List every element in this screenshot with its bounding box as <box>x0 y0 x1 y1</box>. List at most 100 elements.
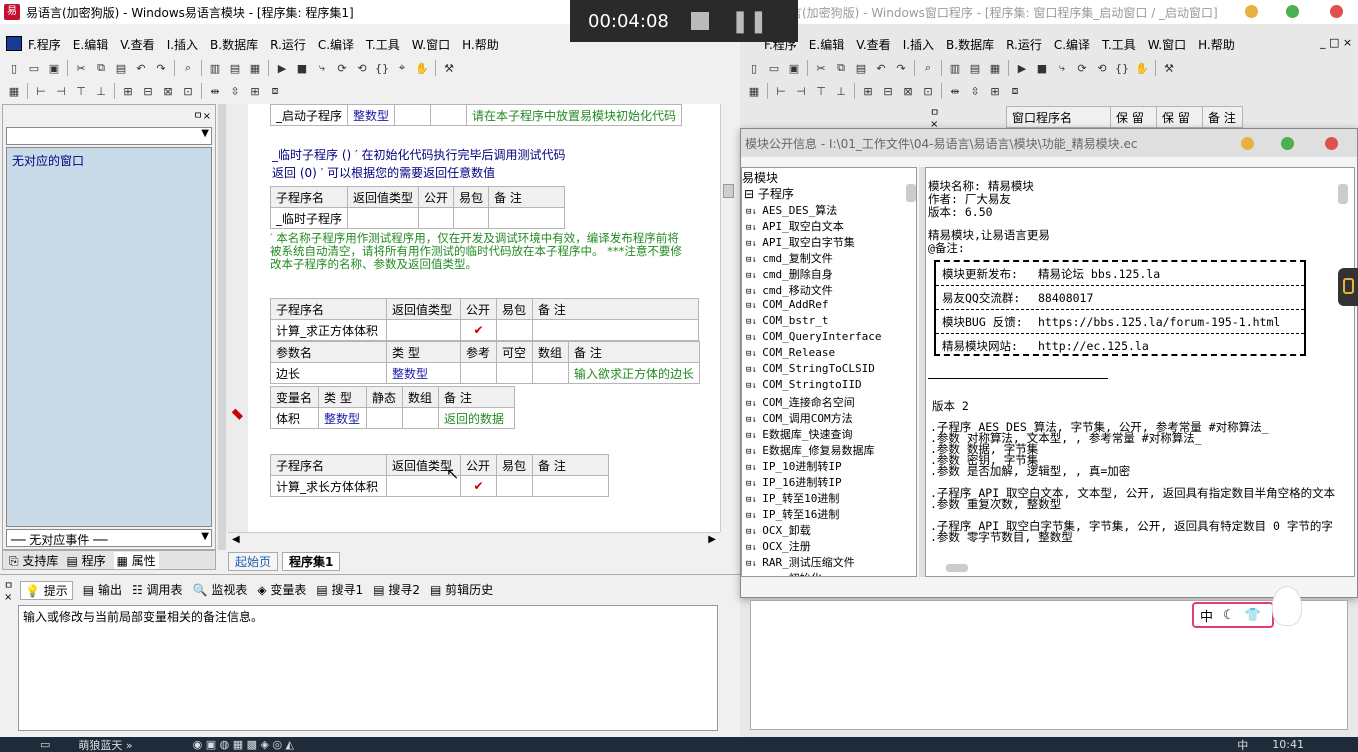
r-step-4-icon[interactable]: {} <box>1112 58 1132 78</box>
tray-ime[interactable]: 中 <box>1237 737 1248 752</box>
r-cut-icon[interactable]: ✂ <box>811 58 831 78</box>
bottom-panel-pin-icon[interactable]: ㅁ × <box>4 577 13 603</box>
tree-item[interactable]: ⊟⇂ API_取空白文本 <box>746 218 896 234</box>
start-sub-type[interactable]: 整数型 <box>347 104 396 126</box>
tree-item[interactable]: ⊟⇂ OCX_注册 <box>746 538 896 554</box>
r-menu-database[interactable]: B.数据库 <box>946 36 994 53</box>
arrow-right-icon[interactable]: ▶ <box>708 534 716 545</box>
r-stop-icon[interactable]: ■ <box>1032 58 1052 78</box>
chevron-down-icon[interactable]: ▼ <box>201 531 209 542</box>
return-line[interactable]: 返回 (0) ′ 可以根据您的需要返回任意数值 <box>272 164 495 181</box>
r-redo-icon[interactable]: ↷ <box>891 58 911 78</box>
align-bottom-icon[interactable]: ⊥ <box>91 81 111 101</box>
tree-item[interactable]: ⊟⇂ API_取空白字节集 <box>746 234 896 250</box>
param-name[interactable]: 边长 <box>270 362 387 384</box>
tree-scroll-thumb[interactable] <box>906 184 916 202</box>
editor-vscroll[interactable] <box>720 104 736 532</box>
window-select[interactable]: ▼ <box>6 127 212 145</box>
hand-icon[interactable]: ✋ <box>412 58 432 78</box>
step-4-icon[interactable]: {} <box>372 58 392 78</box>
taskbar-app-icons[interactable]: ◉ ▣ ◍ ▦ ▩ ◈ ◎ ◭ <box>193 738 294 751</box>
stop-record-icon[interactable] <box>690 12 709 30</box>
r-save-icon[interactable]: ▣ <box>784 58 804 78</box>
tab-hint[interactable]: 💡 提示 <box>20 581 73 600</box>
r-space-h-icon[interactable]: ⇹ <box>945 81 965 101</box>
r-order-icon[interactable]: ⧈ <box>1005 81 1025 101</box>
r-space-v-icon[interactable]: ⇳ <box>965 81 985 101</box>
module-tree[interactable]: 易模块 ⊟ 子程序 ⊟⇂ AES_DES_算法 ⊟⇂ API_取空白文本 ⊟⇂ AP… <box>741 167 917 577</box>
r-open-icon[interactable]: ▭ <box>764 58 784 78</box>
temp-sub-name[interactable]: _临时子程序 <box>269 207 349 229</box>
var-name[interactable]: 体积 <box>270 407 319 429</box>
r-step-1-icon[interactable]: ⤷ <box>1052 58 1072 78</box>
param-type[interactable]: 整数型 <box>386 362 461 384</box>
grid-icon[interactable]: ▦ <box>4 81 24 101</box>
tree-root[interactable]: 易模块 <box>742 169 778 186</box>
ime-lang[interactable]: 中 <box>1200 606 1213 625</box>
r-hand-icon[interactable]: ✋ <box>1132 58 1152 78</box>
tree-subprograms[interactable]: ⊟ 子程序 <box>744 185 794 202</box>
tree-item[interactable]: ⊟⇂ cmd_复制文件 <box>746 250 896 266</box>
align-top-icon[interactable]: ⊤ <box>71 81 91 101</box>
r-align-bottom-icon[interactable]: ⊥ <box>831 81 851 101</box>
tree-item[interactable]: ⊟⇂ E数据库_修复易数据库 <box>746 442 896 458</box>
tree-item[interactable]: ⊟⇂ COM_Release <box>746 346 896 362</box>
tree-item[interactable]: ⊟⇂ IP_转至10进制 <box>746 490 896 506</box>
same-height-icon[interactable]: ⊡ <box>178 81 198 101</box>
r-menu-help[interactable]: H.帮助 <box>1198 36 1235 53</box>
r-layout-3-icon[interactable]: ▦ <box>985 58 1005 78</box>
order-icon[interactable]: ⧈ <box>265 81 285 101</box>
layout-1-icon[interactable]: ▥ <box>205 58 225 78</box>
align-right-icon[interactable]: ⊣ <box>51 81 71 101</box>
temp-sub-line[interactable]: _临时子程序 () ′ 在初始化代码执行完毕后调用测试代码 <box>272 146 566 163</box>
r-step-2-icon[interactable]: ⟳ <box>1072 58 1092 78</box>
dialog-maximize-button[interactable] <box>1281 137 1294 150</box>
tab-program[interactable]: ▤ 程序 <box>66 552 105 569</box>
tools-icon[interactable]: ⚒ <box>439 58 459 78</box>
event-select[interactable]: ── 无对应事件 ── ▼ <box>6 529 212 547</box>
tab-output[interactable]: ▤ 输出 <box>83 581 122 600</box>
redo-icon[interactable]: ↷ <box>151 58 171 78</box>
menu-view[interactable]: V.查看 <box>120 36 154 53</box>
tree-item[interactable]: ⊟⇂ cmd_移动文件 <box>746 282 896 298</box>
tab-support-lib[interactable]: ⎘ 支持库 <box>9 552 58 569</box>
space-v-icon[interactable]: ⇳ <box>225 81 245 101</box>
r-menu-tools[interactable]: T.工具 <box>1102 36 1136 53</box>
public-check-icon[interactable]: ✔ <box>460 319 497 341</box>
var-note[interactable]: 返回的数据 <box>438 407 515 429</box>
clock[interactable]: 10:41 <box>1272 738 1304 751</box>
editor-hscroll[interactable]: ◀ ▶ <box>228 532 720 548</box>
tree-item[interactable]: ⊟⇂ COM_bstr_t <box>746 314 896 330</box>
ime-moon-icon[interactable]: ☾ <box>1223 608 1235 623</box>
r-same-height-icon[interactable]: ⊡ <box>918 81 938 101</box>
start-sub-note[interactable]: 请在本子程序中放置易模块初始化代码 <box>466 104 683 126</box>
r-menu-compile[interactable]: C.编译 <box>1054 36 1090 53</box>
layout-3-icon[interactable]: ▦ <box>245 58 265 78</box>
tab-search-2[interactable]: ▤ 搜寻2 <box>373 581 420 600</box>
r-align-left-icon[interactable]: ⊢ <box>771 81 791 101</box>
r-menu-edit[interactable]: E.编辑 <box>809 36 844 53</box>
r-align-right-icon[interactable]: ⊣ <box>791 81 811 101</box>
r-same-width-icon[interactable]: ⊠ <box>898 81 918 101</box>
r-new-icon[interactable]: ▯ <box>744 58 764 78</box>
r-align-top-icon[interactable]: ⊤ <box>811 81 831 101</box>
tree-item[interactable]: ⊟⇂ E数据库_快速查询 <box>746 426 896 442</box>
menu-run[interactable]: R.运行 <box>270 36 306 53</box>
tree-item[interactable]: ⊟⇂ COM_调用COM方法 <box>746 410 896 426</box>
r-layout-1-icon[interactable]: ▥ <box>945 58 965 78</box>
tab-watch[interactable]: 🔍 监视表 <box>193 581 248 600</box>
menu-window[interactable]: W.窗口 <box>412 36 450 53</box>
menu-program[interactable]: F.程序 <box>28 36 61 53</box>
menu-edit[interactable]: E.编辑 <box>73 36 108 53</box>
tree-item[interactable]: ⊟⇂ IP_转至16进制 <box>746 506 896 522</box>
vscroll-thumb[interactable] <box>723 184 734 198</box>
var-type[interactable]: 整数型 <box>318 407 367 429</box>
dialog-minimize-button[interactable] <box>1241 137 1254 150</box>
module-info-text[interactable]: 模块名称: 精易模块 作者: 厂大易友 版本: 6.50 精易模块,让易语言更易… <box>925 167 1355 577</box>
taskbar-item[interactable]: 萌狼蓝天 » <box>78 737 132 752</box>
tab-search-1[interactable]: ▤ 搜寻1 <box>316 581 363 600</box>
paste-icon[interactable]: ▤ <box>111 58 131 78</box>
public-check-icon-2[interactable]: ✔ <box>460 475 497 497</box>
step-5-icon[interactable]: ⌖ <box>392 58 412 78</box>
undo-icon[interactable]: ↶ <box>131 58 151 78</box>
